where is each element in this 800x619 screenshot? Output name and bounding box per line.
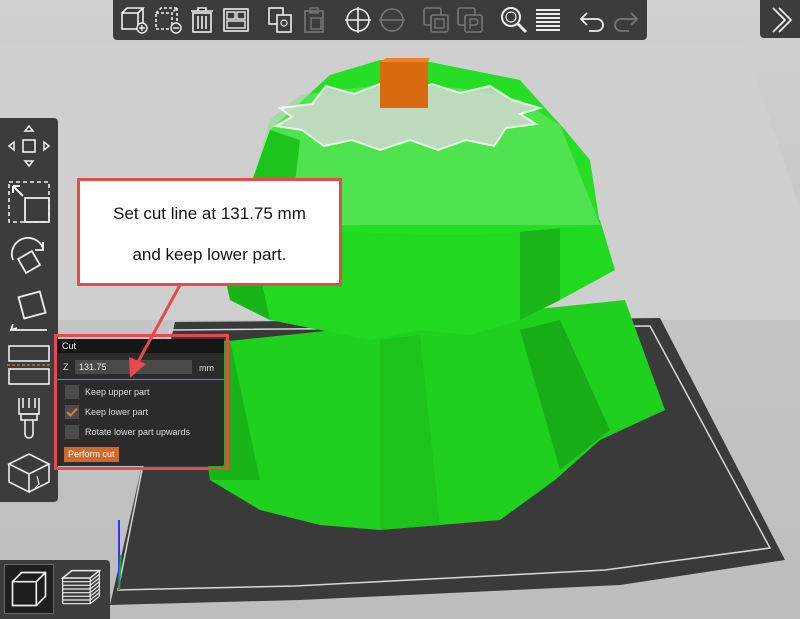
callout-arrow bbox=[129, 284, 182, 378]
